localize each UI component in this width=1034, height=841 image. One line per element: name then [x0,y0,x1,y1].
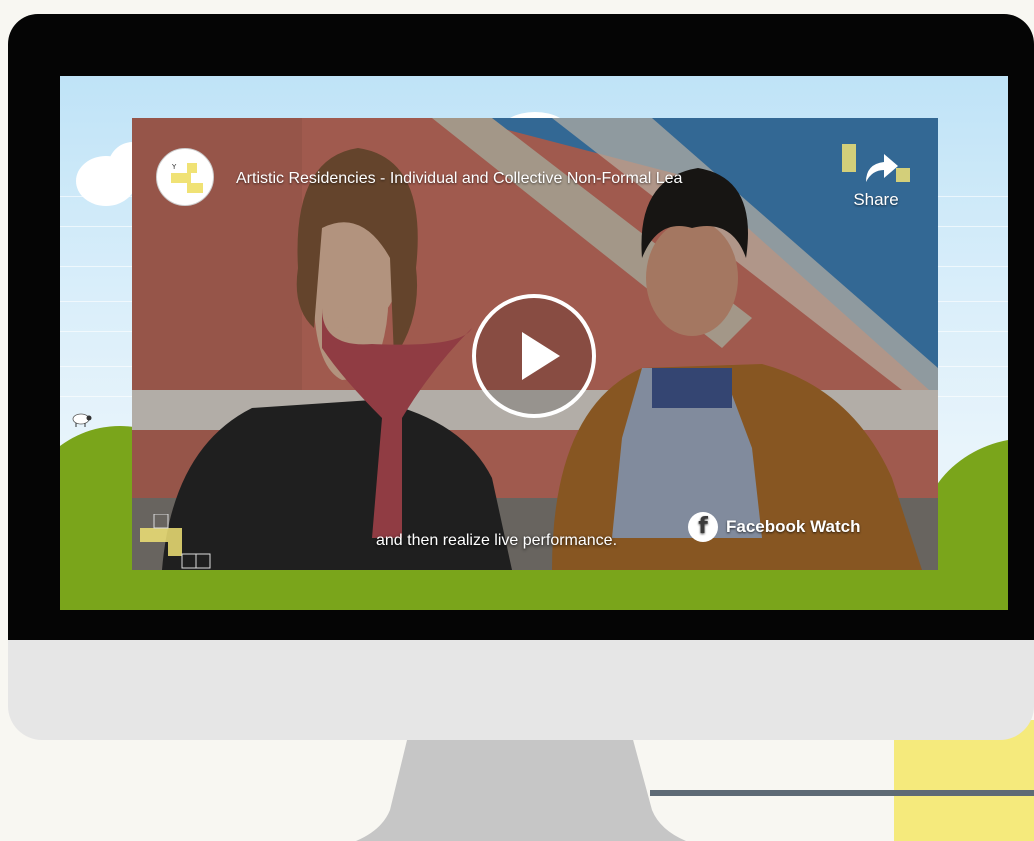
play-button[interactable] [472,294,596,418]
decorative-line [650,790,1034,796]
video-subtitle: and then realize live performance. [376,532,618,549]
monitor-bezel: Y Artistic Residencies - Individual and … [8,14,1034,640]
sheep-icon [72,413,92,427]
channel-avatar[interactable]: Y [156,148,214,206]
monitor-screen: Y Artistic Residencies - Individual and … [60,76,1008,610]
share-arrow-icon [842,144,910,182]
channel-logo-icon: Y [171,163,203,193]
share-label: Share [853,190,899,209]
facebook-watch-label: Facebook Watch [726,517,861,536]
video-player[interactable]: Y Artistic Residencies - Individual and … [132,118,938,570]
play-icon [522,332,560,380]
corner-logo-icon [140,514,211,569]
ground [60,566,1008,610]
video-title[interactable]: Artistic Residencies - Individual and Co… [236,170,836,188]
svg-text:Y: Y [171,163,177,171]
facebook-watch-link[interactable]: f Facebook Watch [688,510,860,544]
share-button[interactable]: Share [836,142,916,216]
facebook-icon: f [688,512,718,542]
